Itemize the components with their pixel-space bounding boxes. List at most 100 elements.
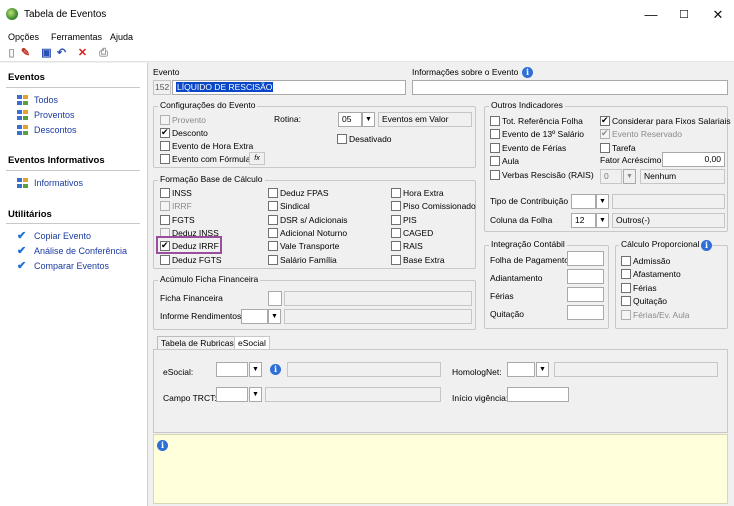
formula-checkbox[interactable] (160, 154, 170, 164)
adicional-noturno-checkbox[interactable] (268, 228, 278, 238)
integ-ferias-field[interactable] (567, 287, 604, 302)
rais-checkbox[interactable] (391, 241, 401, 251)
new-icon[interactable]: ▯ (5, 47, 18, 60)
minimize-button[interactable]: — (642, 6, 660, 24)
desconto-checkbox[interactable] (160, 127, 170, 138)
title-bar: Tabela de Eventos — ☐ ✕ (0, 0, 734, 30)
hora-extra-base-checkbox[interactable] (391, 188, 401, 198)
save-icon[interactable]: ▣ (40, 47, 53, 60)
piso-checkbox[interactable] (391, 201, 401, 211)
integ-quitacao-field[interactable] (567, 305, 604, 320)
trct-field[interactable] (216, 387, 248, 402)
tab-esocial[interactable]: eSocial (234, 336, 270, 349)
undo-icon[interactable]: ↶ (55, 47, 68, 60)
sidebar-heading-utilitarios: Utilitários (8, 209, 52, 220)
fgts-checkbox[interactable] (160, 215, 170, 225)
calc-ferias-checkbox[interactable] (621, 283, 631, 293)
informe-dropdown-icon[interactable]: ▼ (268, 309, 281, 324)
calculo-title: Cálculo Proporcional (619, 239, 702, 249)
menu-ajuda[interactable]: Ajuda (110, 32, 133, 42)
afastamento-checkbox[interactable] (621, 269, 631, 279)
sidebar-item-label: Descontos (34, 125, 77, 135)
info-icon[interactable]: i (270, 364, 281, 375)
evento-name-field[interactable]: LÍQUIDO DE RESCISÃO (172, 80, 406, 95)
sidebar-item-copiar[interactable]: ✔ Copiar Evento (17, 230, 91, 242)
formacao-title: Formação Base de Cálculo (158, 174, 265, 184)
aula-checkbox[interactable] (490, 156, 500, 166)
base-extra-checkbox[interactable] (391, 255, 401, 265)
menu-ferramentas[interactable]: Ferramentas (51, 32, 102, 42)
pis-checkbox[interactable] (391, 215, 401, 225)
integ-folha-field[interactable] (567, 251, 604, 266)
coluna-code-field[interactable]: 12 (571, 213, 596, 228)
info-icon[interactable]: i (701, 240, 712, 251)
homolog-dropdown-icon[interactable]: ▼ (536, 362, 549, 377)
esocial-field[interactable] (216, 362, 248, 377)
ficha-field[interactable] (268, 291, 282, 306)
sindical-checkbox[interactable] (268, 201, 278, 211)
formula-label: Evento com Fórmula (172, 154, 251, 164)
ferias-aula-label: Férias/Ev. Aula (633, 310, 690, 320)
deduz-irrf-label: Deduz IRRF (172, 241, 219, 251)
integ-adiant-field[interactable] (567, 269, 604, 284)
reservado-checkbox[interactable] (600, 128, 610, 139)
tot-ref-checkbox[interactable] (490, 116, 500, 126)
deduz-fgts-checkbox[interactable] (160, 255, 170, 265)
close-button[interactable]: ✕ (709, 6, 727, 24)
inss-checkbox[interactable] (160, 188, 170, 198)
deduz-fpas-checkbox[interactable] (268, 188, 278, 198)
fator-field[interactable]: 0,00 (662, 152, 725, 167)
ferias-checkbox[interactable] (490, 143, 500, 153)
tarefa-checkbox[interactable] (600, 143, 610, 153)
sidebar-item-label: Análise de Conferência (34, 246, 128, 256)
rotina-desc: Eventos em Valor (378, 112, 472, 127)
verbas-checkbox[interactable] (490, 170, 500, 180)
sidebar-item-analise[interactable]: ✔ Análise de Conferência (17, 245, 127, 257)
sidebar-item-comparar[interactable]: ✔ Comparar Eventos (17, 260, 109, 272)
checkmark-icon: ✔ (17, 230, 27, 242)
esocial-dropdown-icon[interactable]: ▼ (249, 362, 262, 377)
trct-dropdown-icon[interactable]: ▼ (249, 387, 262, 402)
ficha-label: Ficha Financeira (160, 293, 223, 303)
rotina-code-field[interactable]: 05 (338, 112, 362, 127)
homolog-field[interactable] (507, 362, 535, 377)
hora-extra-checkbox[interactable] (160, 141, 170, 151)
dsr-checkbox[interactable] (268, 215, 278, 225)
tarefa-label: Tarefa (612, 143, 636, 153)
reservado-label: Evento Reservado (612, 129, 682, 139)
salario-familia-checkbox[interactable] (268, 255, 278, 265)
tipo-contrib-dropdown-icon[interactable]: ▼ (596, 194, 609, 209)
info-icon[interactable]: i (522, 67, 533, 78)
sidebar-item-descontos[interactable]: Descontos (17, 124, 77, 136)
sidebar-item-informativos[interactable]: Informativos (17, 177, 83, 189)
informe-desc (284, 309, 472, 324)
informe-field[interactable] (241, 309, 268, 324)
deduz-irrf-checkbox[interactable] (160, 240, 170, 251)
formula-button[interactable]: fx (249, 152, 265, 165)
menu-opcoes[interactable]: Opções (8, 32, 39, 42)
rotina-dropdown-icon[interactable]: ▼ (362, 112, 375, 127)
acumulo-title: Acúmulo Ficha Financeira (158, 274, 261, 284)
info-evento-field[interactable] (412, 80, 728, 95)
irrf-checkbox[interactable] (160, 201, 170, 211)
vale-transporte-checkbox[interactable] (268, 241, 278, 251)
decimo-checkbox[interactable] (490, 129, 500, 139)
tipo-contrib-field[interactable] (571, 194, 596, 209)
verbas-dropdown-icon[interactable]: ▼ (623, 169, 636, 184)
calc-quitacao-checkbox[interactable] (621, 296, 631, 306)
ferias-aula-checkbox[interactable] (621, 310, 631, 320)
considerar-checkbox[interactable] (600, 115, 610, 126)
sidebar-item-proventos[interactable]: Proventos (17, 109, 75, 121)
delete-icon[interactable]: ✕ (76, 47, 89, 60)
maximize-button[interactable]: ☐ (675, 6, 693, 24)
admissao-checkbox[interactable] (621, 256, 631, 266)
caged-checkbox[interactable] (391, 228, 401, 238)
edit-icon[interactable]: ✎ (19, 47, 32, 60)
print-icon[interactable]: ⎙ (97, 47, 110, 60)
tab-rubricas[interactable]: Tabela de Rubricas (157, 336, 238, 349)
sidebar-item-todos[interactable]: Todos (17, 94, 58, 106)
coluna-dropdown-icon[interactable]: ▼ (596, 213, 609, 228)
provento-checkbox[interactable] (160, 115, 170, 125)
desativado-checkbox[interactable] (337, 134, 347, 144)
inicio-field[interactable] (507, 387, 569, 402)
